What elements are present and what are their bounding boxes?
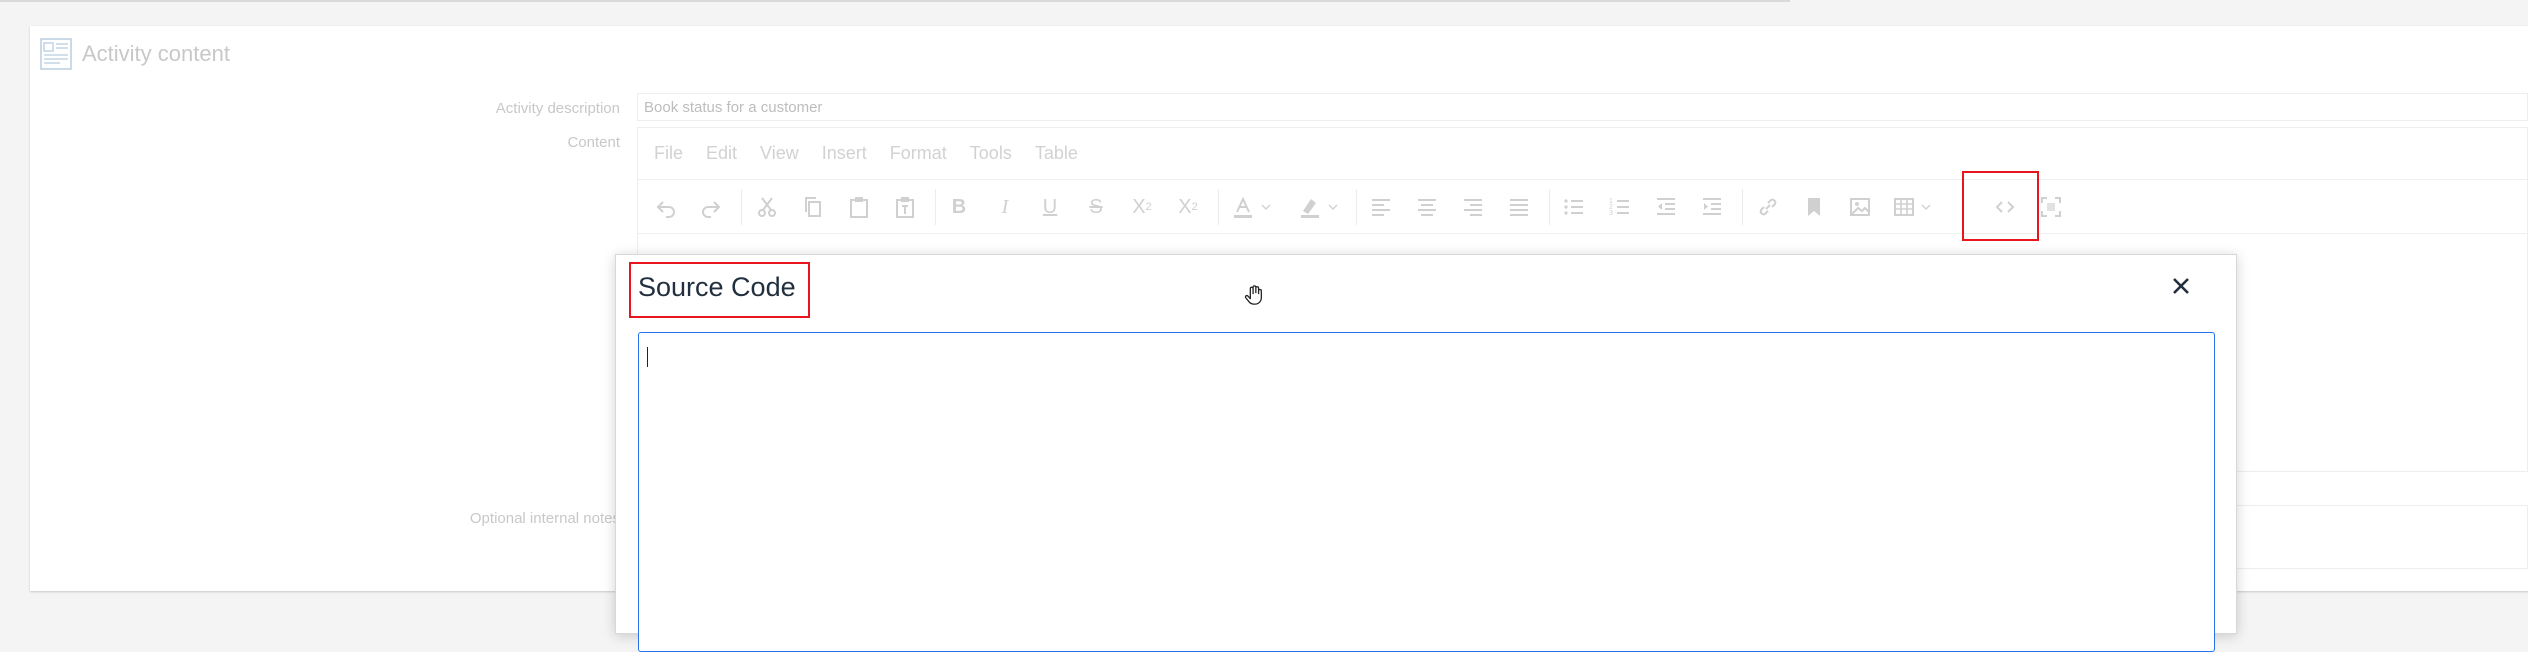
menu-insert[interactable]: Insert bbox=[822, 143, 867, 164]
italic-icon[interactable]: I bbox=[990, 193, 1020, 221]
align-left-icon[interactable] bbox=[1366, 193, 1396, 221]
table-dropdown-icon[interactable] bbox=[1918, 193, 1934, 221]
menu-tools[interactable]: Tools bbox=[970, 143, 1012, 164]
align-right-icon[interactable] bbox=[1458, 193, 1488, 221]
top-divider bbox=[0, 0, 1790, 2]
svg-text:3: 3 bbox=[1609, 210, 1613, 217]
source-code-dialog: Source Code bbox=[615, 254, 2237, 652]
activity-description-input[interactable]: Book status for a customer bbox=[637, 93, 2528, 121]
copy-icon[interactable] bbox=[798, 193, 828, 221]
close-icon[interactable] bbox=[2166, 271, 2196, 301]
source-code-button-highlight bbox=[1962, 171, 2039, 241]
hand-cursor-icon bbox=[1243, 284, 1265, 306]
panel-header: Activity content bbox=[40, 36, 230, 72]
redo-icon[interactable] bbox=[696, 193, 726, 221]
align-justify-icon[interactable] bbox=[1504, 193, 1534, 221]
cut-icon[interactable] bbox=[752, 193, 782, 221]
superscript-icon[interactable]: X2 bbox=[1173, 193, 1203, 221]
menu-table[interactable]: Table bbox=[1035, 143, 1078, 164]
source-code-textarea[interactable] bbox=[638, 332, 2215, 652]
table-icon[interactable] bbox=[1889, 193, 1919, 221]
paste-icon[interactable] bbox=[844, 193, 874, 221]
bullet-list-icon[interactable] bbox=[1559, 193, 1589, 221]
bookmark-icon[interactable] bbox=[1799, 193, 1829, 221]
outdent-icon[interactable] bbox=[1651, 193, 1681, 221]
text-color-icon[interactable] bbox=[1228, 193, 1258, 221]
text-caret bbox=[647, 347, 648, 367]
optional-notes-label: Optional internal notes bbox=[469, 510, 620, 527]
undo-icon[interactable] bbox=[651, 193, 681, 221]
underline-icon[interactable]: U bbox=[1035, 193, 1065, 221]
link-icon[interactable] bbox=[1753, 193, 1783, 221]
panel-title: Activity content bbox=[82, 41, 230, 66]
highlight-color-dropdown-icon[interactable] bbox=[1325, 193, 1341, 221]
menu-format[interactable]: Format bbox=[890, 143, 947, 164]
editor-menubar: File Edit View Insert Format Tools Table bbox=[638, 128, 2527, 180]
highlight-color-icon[interactable] bbox=[1295, 193, 1325, 221]
editor-toolbar: B I U S X2 X2 1 2 3 bbox=[638, 181, 2527, 234]
strikethrough-icon[interactable]: S bbox=[1081, 193, 1111, 221]
subscript-icon[interactable]: X2 bbox=[1127, 193, 1157, 221]
image-icon[interactable] bbox=[1845, 193, 1875, 221]
text-color-dropdown-icon[interactable] bbox=[1258, 193, 1274, 221]
paste-text-icon[interactable] bbox=[890, 193, 920, 221]
menu-file[interactable]: File bbox=[654, 143, 683, 164]
menu-edit[interactable]: Edit bbox=[706, 143, 737, 164]
fullscreen-icon[interactable] bbox=[2036, 193, 2066, 221]
menu-view[interactable]: View bbox=[760, 143, 799, 164]
indent-icon[interactable] bbox=[1697, 193, 1727, 221]
bold-icon[interactable]: B bbox=[944, 193, 974, 221]
content-label: Content bbox=[567, 134, 620, 151]
numbered-list-icon[interactable]: 123 bbox=[1605, 193, 1635, 221]
align-center-icon[interactable] bbox=[1412, 193, 1442, 221]
dialog-title-highlight bbox=[629, 262, 810, 318]
content-panel-icon bbox=[40, 38, 72, 70]
activity-description-label: Activity description bbox=[495, 100, 620, 117]
